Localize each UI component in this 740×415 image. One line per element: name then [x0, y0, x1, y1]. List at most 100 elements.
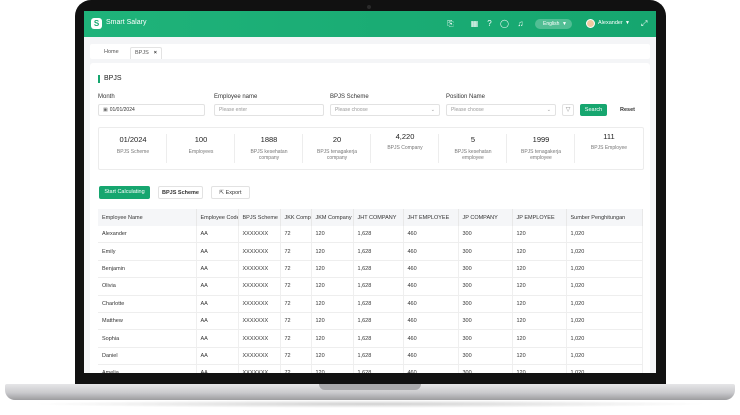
stat-item: 20 BPJS tenagakerja company	[303, 128, 371, 169]
stat-item: 1999 BPJS tenagakerja employee	[507, 128, 575, 169]
language-value: English	[543, 21, 560, 27]
column-header[interactable]: Employee Code	[196, 209, 239, 226]
bpjs-scheme-select[interactable]: Please choose ⌄	[330, 104, 440, 116]
table-cell: 72	[280, 347, 312, 366]
filter-icon[interactable]: ▽	[562, 104, 574, 116]
column-header[interactable]: Employee Name	[98, 209, 197, 226]
tab-home[interactable]: Home	[100, 47, 123, 58]
position-placeholder: Please choose	[451, 107, 484, 113]
table-cell: Charlotte	[98, 295, 197, 313]
language-select[interactable]: English ▼	[535, 19, 572, 29]
table-row[interactable]: Daniel AA XXXXXXX 72 120 1,628 460 300 120 1,020	[98, 347, 643, 366]
grid-icon[interactable]: ▦	[470, 19, 479, 28]
export-button[interactable]: ⇱ Export	[211, 186, 250, 199]
column-header[interactable]: JKM Company	[311, 209, 354, 226]
table-cell: 300	[458, 226, 513, 244]
table-cell: 460	[403, 277, 459, 296]
help-icon[interactable]: ?	[485, 19, 494, 28]
table-cell: 1,020	[566, 242, 643, 261]
translate-icon[interactable]: ⎘	[446, 19, 455, 28]
table-cell: Amelia	[98, 364, 197, 373]
employee-name-input[interactable]: Please enter	[214, 104, 324, 116]
stat-label: BPJS Company	[387, 145, 423, 151]
stat-value: 1888	[260, 135, 278, 144]
tab-bpjs[interactable]: BPJS ×	[130, 47, 162, 59]
chevron-down-icon: ▼	[562, 21, 567, 27]
table-header-row: Employee Name Employee Code BPJS Scheme JKK…	[98, 209, 643, 226]
column-header[interactable]: Sumber Penghitungan	[566, 209, 643, 226]
table-cell: XXXXXXX	[238, 347, 281, 366]
stat-item: 4,220 BPJS Company	[371, 128, 439, 169]
reset-button[interactable]: Reset	[614, 104, 641, 116]
table-cell: 300	[458, 329, 513, 348]
table-cell: 120	[512, 260, 567, 279]
table-cell: 120	[512, 295, 567, 313]
table-cell: AA	[196, 226, 239, 244]
stat-value: 01/2024	[119, 135, 147, 144]
stat-value: 5	[470, 135, 476, 144]
column-header[interactable]: JHT COMPANY	[353, 209, 404, 226]
table-row[interactable]: AmeliaAAXXXXXXX721201,6284603001201,020	[98, 364, 643, 373]
stat-label: Employees	[188, 149, 214, 155]
table-cell: 1,020	[566, 364, 643, 373]
table-row[interactable]: Emily AA XXXXXXX 72 120 1,628 460 300 120 1,020	[98, 242, 643, 261]
fullscreen-icon[interactable]: ⤢	[641, 19, 647, 29]
column-header[interactable]: JHT EMPLOYEE	[403, 209, 459, 226]
stat-label: BPJS tenagakerja employee	[520, 149, 562, 161]
table-row[interactable]: Charlotte AA XXXXXXX 72 120 1,628 460 300 120 1,0…	[98, 295, 643, 313]
stat-value: 20	[332, 135, 342, 144]
table-row[interactable]: Alexander AA XXXXXXX 72 120 1,628 460 300 120 1,0…	[98, 226, 643, 244]
bpjs-table: Employee Name Employee Code BPJS Scheme JKK…	[98, 209, 643, 373]
table-cell: 1,628	[353, 277, 404, 296]
user-name[interactable]: Alexander	[598, 20, 623, 26]
table-row[interactable]: Matthew AA XXXXXXX 72 120 1,628 460 300 120 1,020	[98, 312, 643, 331]
tab-label: BPJS	[135, 50, 149, 56]
table-row[interactable]: Olivia AA XXXXXXX 72 120 1,628 460 300 120 1,020	[98, 277, 643, 296]
position-label: Position Name	[446, 94, 486, 100]
laptop-notch	[319, 384, 421, 390]
column-header[interactable]: JP COMPANY	[458, 209, 513, 226]
table-cell: 1,628	[353, 364, 404, 373]
tab-label: Home	[104, 49, 119, 55]
start-calculating-button[interactable]: Start Calculating	[99, 186, 150, 199]
whatsapp-icon[interactable]: ◯	[500, 19, 509, 28]
month-picker[interactable]: ▣ 01/01/2024	[98, 104, 205, 116]
stat-label: BPJS tenagakerja company	[316, 149, 358, 161]
chevron-down-icon[interactable]: ▼	[625, 20, 630, 26]
table-cell: 300	[458, 295, 513, 313]
table-cell: Sophia	[98, 329, 197, 348]
table-cell: 1,020	[566, 312, 643, 331]
table-cell: 300	[458, 312, 513, 331]
position-name-select[interactable]: Please choose ⌄	[446, 104, 556, 116]
avatar[interactable]	[586, 19, 595, 28]
table-row[interactable]: Sophia AA XXXXXXX 72 120 1,628 460 300 120 1,020	[98, 329, 643, 348]
table-cell: XXXXXXX	[238, 242, 281, 261]
bell-icon[interactable]: ♫	[516, 19, 525, 28]
table-cell: 460	[403, 295, 459, 313]
table-cell: 120	[311, 329, 354, 348]
column-header[interactable]: BPJS Scheme	[238, 209, 281, 226]
column-header[interactable]: JKK Company	[280, 209, 312, 226]
table-cell: AA	[196, 260, 239, 279]
close-icon[interactable]: ×	[154, 50, 157, 56]
app-title: Smart Salary	[106, 19, 147, 26]
table-cell: AA	[196, 277, 239, 296]
table-row[interactable]: Benjamin AA XXXXXXX 72 120 1,628 460 300 120 1,02…	[98, 260, 643, 279]
table-cell: 120	[311, 226, 354, 244]
table-cell: AA	[196, 347, 239, 366]
bpjs-scheme-button[interactable]: BPJS Scheme	[158, 186, 203, 199]
table-cell: 300	[458, 242, 513, 261]
month-label: Month	[98, 94, 115, 100]
table-cell: 120	[512, 242, 567, 261]
page-title: BPJS	[98, 75, 122, 83]
table-cell: 120	[512, 329, 567, 348]
camera-dot	[367, 5, 371, 9]
search-button[interactable]: Search	[580, 104, 607, 116]
table-cell: Alexander	[98, 226, 197, 244]
table-cell: 120	[311, 347, 354, 366]
column-header[interactable]: JP EMPLOYEE	[512, 209, 567, 226]
table-cell: AA	[196, 312, 239, 331]
table-cell: 1,020	[566, 260, 643, 279]
stat-item: 01/2024 BPJS Scheme	[99, 128, 167, 169]
table-cell: 1,628	[353, 295, 404, 313]
